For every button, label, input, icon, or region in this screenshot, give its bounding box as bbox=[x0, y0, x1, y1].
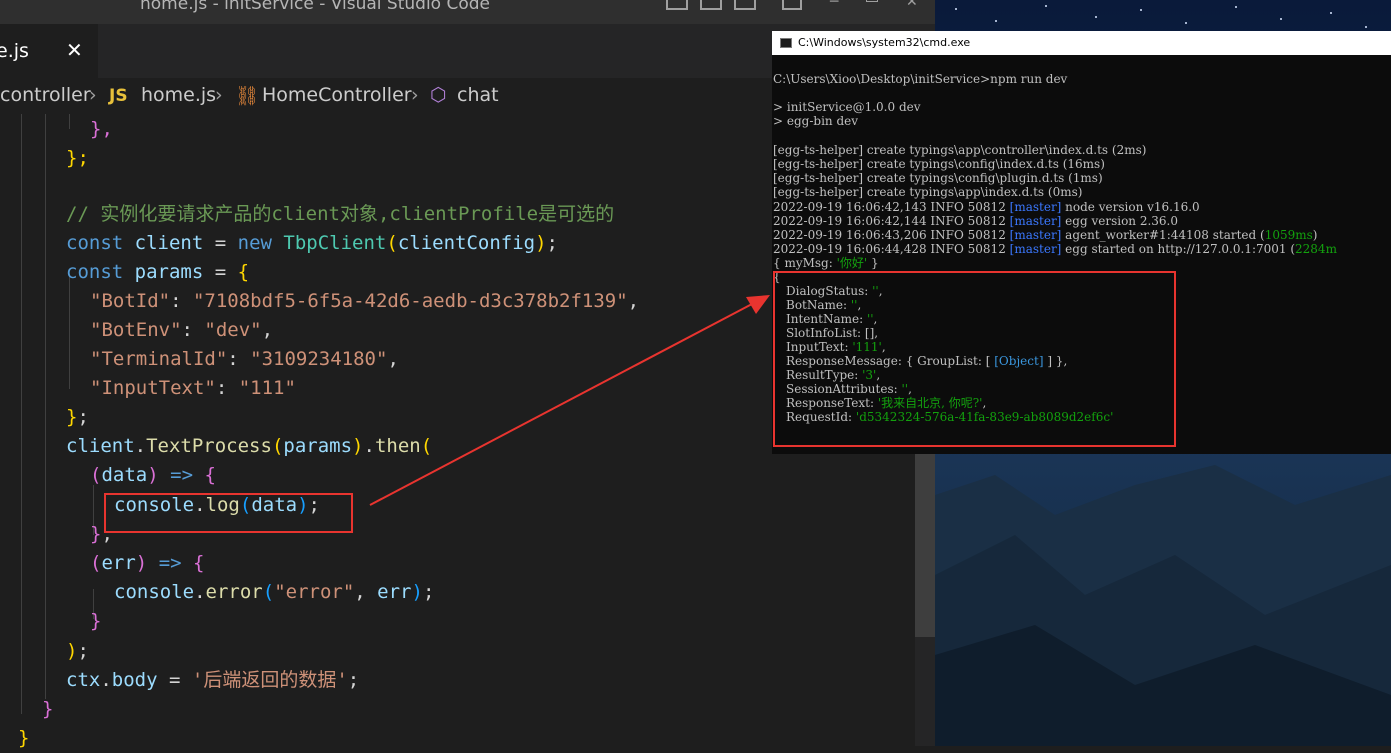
annotation-arrow-icon bbox=[369, 295, 770, 506]
